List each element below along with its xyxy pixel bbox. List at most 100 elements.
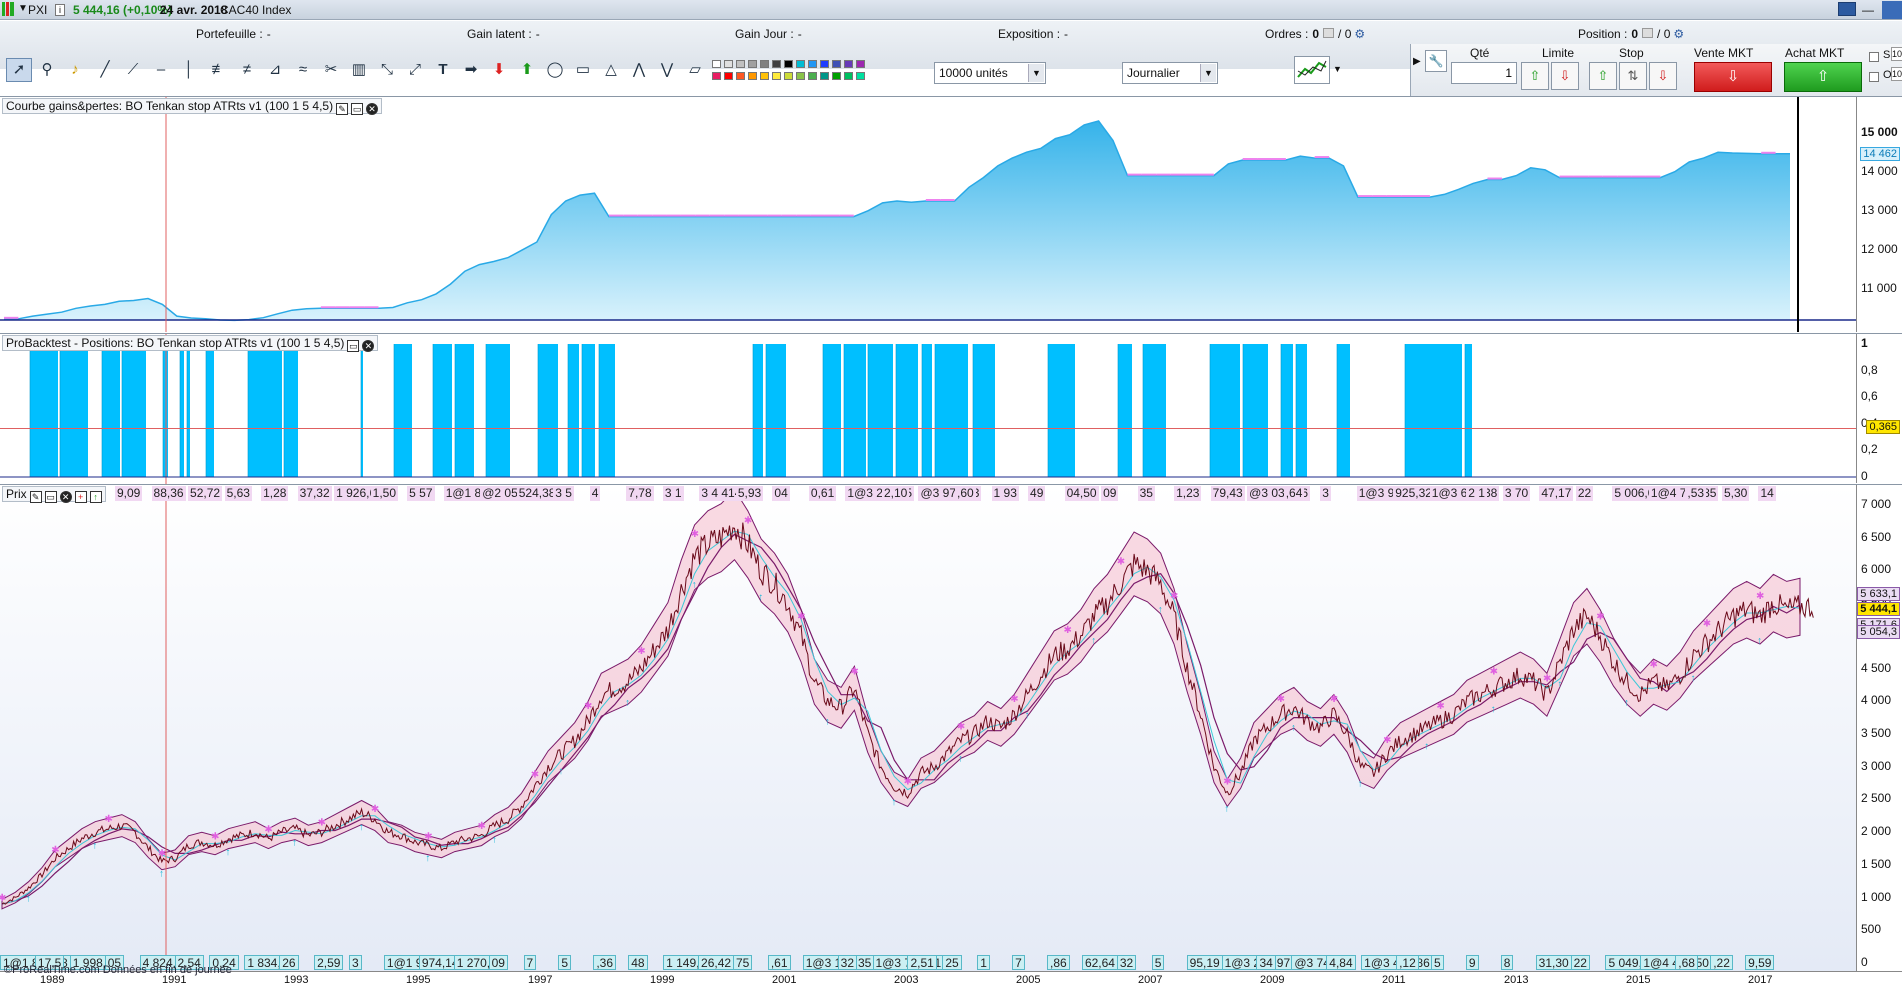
trade-label: 62,64 [1081, 955, 1118, 970]
segment-icon[interactable]: ╱ [92, 58, 118, 82]
add-indicator-icon[interactable]: + [74, 491, 87, 503]
arrow-up-icon[interactable]: ⬆ [514, 58, 540, 82]
close-icon[interactable] [1323, 28, 1335, 38]
color-swatch[interactable] [844, 60, 853, 68]
zoom-icon[interactable]: ⚲ [34, 58, 60, 82]
arrow-down-icon[interactable]: ⬇ [486, 58, 512, 82]
color-swatch[interactable] [856, 72, 865, 80]
color-swatch[interactable] [760, 72, 769, 80]
horizontal-line-icon[interactable]: – [148, 58, 174, 82]
ellipse-icon[interactable]: ◯ [542, 58, 568, 82]
limit-sell-button[interactable]: ⇩ [1551, 62, 1579, 90]
color-swatch[interactable] [736, 60, 745, 68]
triangle-icon[interactable]: △ [598, 58, 624, 82]
ruler-icon[interactable]: ▱ [682, 58, 708, 82]
equity-curve-panel[interactable]: Courbe gains&pertes: BO Tenkan stop ATRt… [0, 96, 1902, 332]
color-swatch[interactable] [784, 60, 793, 68]
fibonacci-icon[interactable]: ≠ [234, 58, 260, 82]
color-swatch[interactable] [820, 60, 829, 68]
close-icon[interactable]: ✕ [59, 491, 72, 503]
hide-drawings-icon[interactable]: ⤢ [402, 58, 428, 82]
o-value[interactable]: 10 [1891, 67, 1902, 81]
chevron-down-icon[interactable]: ▼ [1333, 64, 1342, 74]
wave-icon[interactable]: ⋀ [626, 58, 652, 82]
sell-market-button[interactable]: ⇩ [1694, 62, 1772, 92]
zigzag-icon[interactable]: ⋁ [654, 58, 680, 82]
tools-icon[interactable]: ✂ [318, 58, 344, 82]
buy-market-button[interactable]: ⇧ [1784, 62, 1862, 92]
window-icon[interactable]: ▭ [351, 103, 364, 115]
s-checkbox[interactable] [1869, 52, 1879, 62]
color-swatch[interactable] [748, 60, 757, 68]
color-swatch[interactable] [712, 72, 721, 80]
chart-type-icon[interactable] [2, 2, 14, 16]
alert-bell-icon[interactable]: ♪ [62, 58, 88, 82]
stop-mid-button[interactable]: ⇅ [1619, 62, 1647, 90]
stop-buy-button[interactable]: ⇧ [1589, 62, 1617, 90]
info-icon[interactable]: i [55, 4, 65, 16]
color-swatch[interactable] [832, 60, 841, 68]
magnet-icon[interactable]: ⤡ [374, 58, 400, 82]
sell-marker: ✱ [637, 646, 645, 657]
s-value[interactable]: 10 [1891, 47, 1902, 61]
wrench-icon[interactable]: ✎ [336, 103, 349, 115]
up-icon[interactable]: ↑ [89, 491, 102, 503]
pointer-icon[interactable]: ➚ [6, 58, 32, 82]
line-icon[interactable]: ⟋ [120, 58, 146, 82]
vertical-line-icon[interactable]: │ [176, 58, 202, 82]
close-icon[interactable] [1642, 28, 1654, 38]
price-panel[interactable]: Prix ✎ ▭ ✕ + ↑ 9,09 88,36 52,72 5,63 1,28 37,32 1 9… [0, 484, 1902, 972]
color-swatch[interactable] [736, 72, 745, 80]
dropdown-arrow-icon[interactable]: ▼ [18, 3, 28, 14]
chevron-down-icon[interactable]: ▼ [1028, 64, 1044, 82]
trash-icon[interactable]: ▥ [346, 58, 372, 82]
color-swatch[interactable] [820, 72, 829, 80]
units-select[interactable]: 10000 unités ▼ [934, 62, 1046, 84]
o-checkbox[interactable] [1869, 72, 1879, 82]
color-palette[interactable] [712, 58, 882, 84]
color-swatch[interactable] [772, 60, 781, 68]
chevron-down-icon[interactable]: ▼ [1200, 64, 1216, 82]
color-swatch[interactable] [844, 72, 853, 80]
window-icon[interactable]: ▭ [347, 340, 360, 352]
arrow-right-icon[interactable]: ➡ [458, 58, 484, 82]
color-swatch[interactable] [796, 72, 805, 80]
color-swatch[interactable] [784, 72, 793, 80]
color-swatch[interactable] [724, 60, 733, 68]
color-swatch[interactable] [808, 60, 817, 68]
color-swatch[interactable] [808, 72, 817, 80]
color-swatch[interactable] [796, 60, 805, 68]
gann-icon[interactable]: ⊿ [262, 58, 288, 82]
close-icon[interactable]: ✕ [362, 340, 375, 352]
color-swatch[interactable] [748, 72, 757, 80]
window-icon[interactable]: ▭ [44, 491, 57, 503]
pattern-icon[interactable]: ≈ [290, 58, 316, 82]
qty-input[interactable] [1451, 62, 1517, 84]
chart-style-icon[interactable] [1294, 56, 1330, 84]
color-swatch[interactable] [712, 60, 721, 68]
color-swatch[interactable] [856, 60, 865, 68]
stat-position[interactable]: Position :0 / 0 ⚙ [1578, 27, 1684, 41]
limit-buy-button[interactable]: ⇧ [1521, 62, 1549, 90]
wrench-icon[interactable]: ✎ [29, 491, 42, 503]
axis-tick-label: 2 000 [1861, 824, 1892, 839]
text-icon[interactable]: T [430, 58, 456, 82]
minimize-icon[interactable]: — [1862, 3, 1874, 17]
color-swatch[interactable] [772, 72, 781, 80]
gear-icon[interactable]: ⚙ [1673, 27, 1684, 41]
period-select[interactable]: Journalier ▼ [1122, 62, 1218, 84]
color-swatch[interactable] [724, 72, 733, 80]
stop-sell-button[interactable]: ⇩ [1649, 62, 1677, 90]
color-swatch[interactable] [832, 72, 841, 80]
rectangle-icon[interactable]: ▭ [570, 58, 596, 82]
maximize-icon[interactable] [1882, 1, 1902, 19]
stat-ordres[interactable]: Ordres :0 / 0 ⚙ [1265, 27, 1365, 41]
keyboard-icon[interactable] [1838, 2, 1856, 16]
channel-icon[interactable]: ≢ [206, 58, 232, 82]
gear-icon[interactable]: ⚙ [1354, 27, 1365, 41]
wrench-icon[interactable]: 🔧 [1425, 50, 1447, 72]
close-icon[interactable]: ✕ [366, 103, 379, 115]
collapse-arrow-icon[interactable]: ▶ [1413, 56, 1421, 67]
color-swatch[interactable] [760, 60, 769, 68]
positions-panel[interactable]: ProBacktest - Positions: BO Tenkan stop … [0, 333, 1902, 484]
